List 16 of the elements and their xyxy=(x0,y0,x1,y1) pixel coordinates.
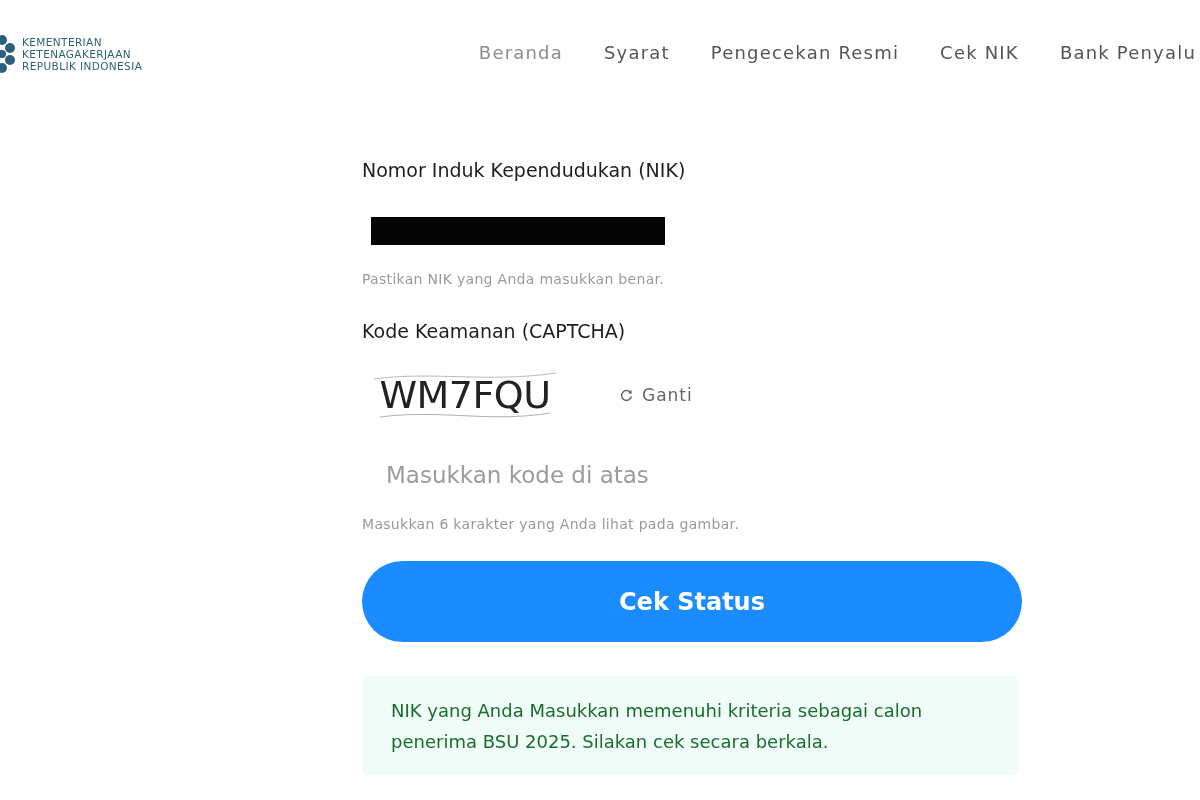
field-label: Nomor Induk Kependudukan (NIK) xyxy=(362,158,686,182)
nav-link[interactable]: Syarat xyxy=(604,40,670,66)
refresh-icon xyxy=(620,388,633,402)
logo-text: KEMENTERIAN xyxy=(22,36,102,48)
field-label: Kode Keamanan (CAPTCHA) xyxy=(362,319,626,343)
logo-text: KETENAGAKERJAAN xyxy=(22,48,131,60)
nav-link[interactable]: Bank Penyalu xyxy=(1059,40,1196,66)
result-message: NIK yang Anda Masukkan memenuhi kriteria sebagai calon penerima BSU 2025. Silakan cek secara berkala. xyxy=(362,676,1018,775)
logo-text: REPUBLIK INDONESIA xyxy=(22,60,143,72)
refresh-captcha-button[interactable]: Ganti xyxy=(620,381,693,409)
nav-link[interactable]: Cek NIK xyxy=(940,40,1019,66)
captcha-input-field[interactable]: Masukkan kode di atas xyxy=(362,445,782,505)
field-hint: Pastikan NIK yang Anda masukkan benar. xyxy=(362,270,665,289)
logo-icon xyxy=(0,35,16,73)
nav-link[interactable]: Pengecekan Resmi xyxy=(710,40,900,66)
field-hint: Masukkan 6 karakter yang Anda lihat pada gambar. xyxy=(362,515,740,534)
